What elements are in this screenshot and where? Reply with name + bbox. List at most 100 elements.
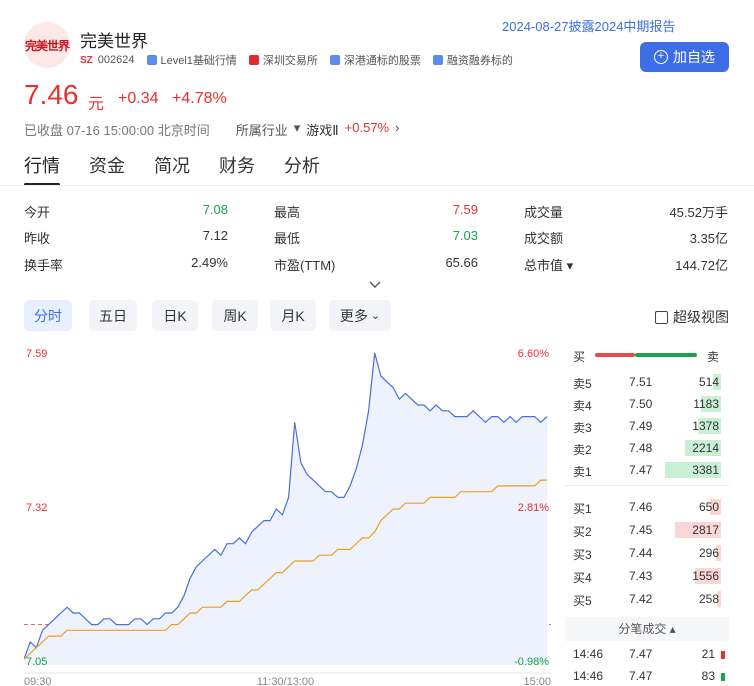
level-volume: 2817 <box>692 523 719 537</box>
level-label: 买2 <box>573 525 592 539</box>
bid-row[interactable]: 买4 7.43 1556 <box>565 565 729 587</box>
sell-label: 卖 <box>707 350 720 364</box>
super-view-label: 超级视图 <box>673 309 729 325</box>
tab-finance[interactable]: 财务 <box>219 152 255 186</box>
y-axis-left-label: 7.59 <box>26 348 47 360</box>
stat-value: 7.03 <box>452 228 478 243</box>
super-view-button[interactable]: 超级视图 <box>655 307 729 327</box>
stat-value: 7.59 <box>452 202 478 217</box>
bid-row[interactable]: 买1 7.46 650 <box>565 496 729 518</box>
y-axis-left-label: 7.32 <box>26 502 47 514</box>
level-price: 7.42 <box>629 592 653 606</box>
tick-direction-marker <box>721 651 725 659</box>
level-label: 卖5 <box>573 377 592 391</box>
price-unit: 元 <box>88 96 105 113</box>
level-price: 7.47 <box>629 463 653 477</box>
stock-name: 完美世界 <box>80 32 148 51</box>
expand-chevron-icon[interactable] <box>369 280 381 290</box>
flag-icon <box>248 55 259 65</box>
tick-qty: 83 <box>701 669 715 683</box>
stat-label: 今开 <box>24 205 51 220</box>
stat-label: 市盈(TTM) <box>274 258 336 273</box>
stock-logo: 完美世界 <box>24 22 70 68</box>
connect-icon <box>329 55 340 65</box>
level-label: 买4 <box>573 571 592 585</box>
stat-label: 最高 <box>274 205 301 220</box>
tick-trades-toggle[interactable]: 分笔成交 ▴ <box>565 617 729 641</box>
tick-direction-marker <box>721 673 725 681</box>
level-label: 买1 <box>573 502 592 516</box>
period-more-label: 更多 <box>339 307 368 324</box>
stat-value: 45.52万手 <box>669 205 728 220</box>
level-volume: 1378 <box>692 419 719 433</box>
y-axis-right-label: 6.60% <box>518 348 549 360</box>
ask-row[interactable]: 卖5 7.51 514 <box>565 371 729 393</box>
stat-value: 2.49% <box>191 255 228 270</box>
tag-connect[interactable]: 深港通标的股票 <box>329 52 421 68</box>
level-price: 7.46 <box>629 500 653 514</box>
tab-divider <box>0 185 754 186</box>
bid-row[interactable]: 买5 7.42 258 <box>565 588 729 610</box>
level1-icon <box>146 55 157 65</box>
ask-row[interactable]: 卖2 7.48 2214 <box>565 437 729 459</box>
tab-quote[interactable]: 行情 <box>24 152 60 186</box>
market-badge: SZ <box>80 54 93 66</box>
level-volume: 1183 <box>693 397 719 411</box>
chevron-right-icon[interactable]: › <box>395 120 399 139</box>
tag-exchange[interactable]: 深圳交易所 <box>248 52 318 68</box>
period-weekly-k[interactable]: 周K <box>212 300 258 331</box>
stat-value: 7.08 <box>202 202 228 217</box>
order-book-header: 买 卖 <box>565 343 729 367</box>
tab-analysis[interactable]: 分析 <box>284 152 320 186</box>
stat-label: 昨收 <box>24 231 51 246</box>
sell-ratio-bar <box>635 353 697 357</box>
caret-down-icon: ▾ <box>293 120 301 135</box>
intraday-chart[interactable]: 7.59 7.32 7.05 6.60% 2.81% -0.98% 09:30 11:30/1… <box>24 343 551 686</box>
bid-row[interactable]: 买2 7.45 2817 <box>565 519 729 541</box>
period-daily-k[interactable]: 日K <box>152 300 198 331</box>
ask-row[interactable]: 卖4 7.50 1183 <box>565 393 729 415</box>
tick-time: 14:46 <box>573 647 604 661</box>
tag-margin[interactable]: 融资融券标的 <box>432 52 513 68</box>
level-volume: 258 <box>698 592 719 606</box>
price-change: +0.34 <box>118 90 159 107</box>
tab-overview[interactable]: 简况 <box>154 152 190 186</box>
industry-name[interactable]: 游戏Ⅱ <box>306 120 338 139</box>
stock-tag-row: SZ 002624 Level1基础行情 深圳交易所 深港通标的股票 融资融券标… <box>80 52 525 68</box>
period-5day[interactable]: 五日 <box>89 300 137 331</box>
level-volume: 3381 <box>692 463 719 477</box>
level-volume: 514 <box>698 375 719 389</box>
industry-label[interactable]: 所属行业 <box>236 120 288 139</box>
level-price: 7.45 <box>629 523 653 537</box>
level-label: 卖3 <box>573 421 592 435</box>
buy-ratio-bar <box>595 353 635 357</box>
period-more[interactable]: 更多 ⌄ <box>329 300 391 331</box>
price-change-pct: +4.78% <box>172 90 227 107</box>
tick-time: 14:46 <box>573 669 604 683</box>
level-label: 卖1 <box>573 465 592 479</box>
ask-row[interactable]: 卖1 7.47 3381 <box>565 459 729 481</box>
stat-value: 65.66 <box>445 255 478 270</box>
announcement-link[interactable]: 2024-08-27披露2024中期报告 <box>502 16 675 35</box>
tag-level1[interactable]: Level1基础行情 <box>146 52 237 68</box>
current-price: 7.46 <box>24 79 79 110</box>
bid-row[interactable]: 买3 7.44 296 <box>565 542 729 564</box>
tick-qty: 21 <box>701 647 715 661</box>
stat-value: 3.35亿 <box>689 231 728 246</box>
tick-row: 14:46 7.47 21 <box>565 645 729 665</box>
add-watchlist-button[interactable]: + 加自选 <box>640 42 729 72</box>
tab-funds[interactable]: 资金 <box>89 152 125 186</box>
y-axis-left-label: 7.05 <box>26 656 47 668</box>
level-price: 7.44 <box>629 546 653 560</box>
level-label: 卖4 <box>573 399 592 413</box>
tick-row: 14:46 7.47 83 <box>565 667 729 686</box>
main-tabs: 行情 资金 简况 财务 分析 <box>24 152 320 186</box>
level-price: 7.51 <box>629 375 653 389</box>
period-monthly-k[interactable]: 月K <box>270 300 316 331</box>
ask-row[interactable]: 卖3 7.49 1378 <box>565 415 729 437</box>
stat-label: 成交额 <box>524 231 564 246</box>
period-intraday[interactable]: 分时 <box>24 300 72 331</box>
x-axis-label: 11:30/13:00 <box>257 676 314 686</box>
focus-icon <box>655 310 668 324</box>
y-axis-right-label: 2.81% <box>518 502 549 514</box>
